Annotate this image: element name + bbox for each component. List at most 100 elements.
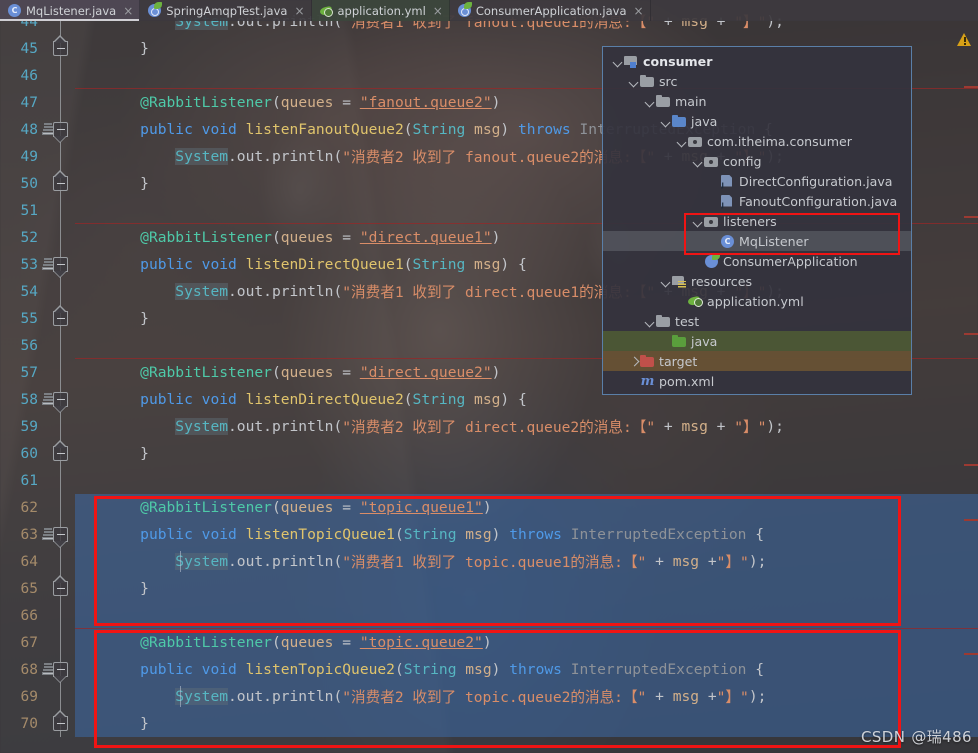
editor-gutter[interactable]: 61	[0, 467, 75, 494]
code-line-text[interactable]: @RabbitListener(queues = "topic.queue2")	[105, 629, 978, 656]
editor-gutter[interactable]: 57	[0, 359, 75, 386]
code-line-text[interactable]: System .out.println("消费者2 收到了 direct.queu…	[105, 413, 978, 440]
gutter-icon-slot	[38, 413, 75, 440]
editor-gutter[interactable]: 66	[0, 602, 75, 629]
code-line[interactable]: 64 System .out.println("消费者1 收到了 topic.qu…	[0, 548, 978, 575]
tree-node-config[interactable]: config	[603, 151, 911, 171]
close-icon[interactable]: ×	[433, 5, 443, 17]
editor-gutter[interactable]: 47	[0, 89, 75, 116]
editor-tab-springamqptest-java[interactable]: SpringAmqpTest.java ×	[140, 0, 312, 21]
code-line-text[interactable]: }	[105, 575, 978, 602]
fold-end-icon[interactable]	[53, 710, 68, 731]
fold-start-icon[interactable]	[53, 662, 68, 683]
tree-node-application-yml[interactable]: application.yml	[603, 291, 911, 311]
chevron-down-icon[interactable]	[675, 135, 688, 148]
chevron-down-icon[interactable]	[627, 75, 640, 88]
code-line[interactable]: 66	[0, 602, 978, 629]
tree-node-pom-xml[interactable]: m pom.xml	[603, 371, 911, 391]
editor-gutter[interactable]: 46	[0, 62, 75, 89]
fold-start-icon[interactable]	[53, 392, 68, 413]
project-tool-window[interactable]: consumer src main java com.itheima.consumer c…	[602, 46, 912, 395]
tree-node-label: DirectConfiguration.java	[739, 173, 893, 189]
tree-node-java[interactable]: java	[603, 331, 911, 351]
code-line[interactable]: 69 System .out.println("消费者2 收到了 topic.qu…	[0, 683, 978, 710]
tree-node-test[interactable]: test	[603, 311, 911, 331]
chevron-right-icon[interactable]	[627, 355, 640, 368]
tree-node-fanoutconfiguration-java[interactable]: FanoutConfiguration.java	[603, 191, 911, 211]
close-icon[interactable]: ×	[294, 5, 304, 17]
tree-node-target[interactable]: target	[603, 351, 911, 371]
chevron-down-icon[interactable]	[643, 315, 656, 328]
editor-gutter[interactable]: 49	[0, 143, 75, 170]
tree-node-consumer[interactable]: consumer	[603, 51, 911, 71]
code-line[interactable]: 67 @RabbitListener(queues = "topic.queue…	[0, 628, 978, 656]
code-line-text[interactable]: @RabbitListener(queues = "topic.queue1")	[105, 494, 978, 521]
code-token: }	[105, 715, 149, 732]
fold-end-icon[interactable]	[53, 35, 68, 56]
tree-node-java[interactable]: java	[603, 111, 911, 131]
editor-gutter[interactable]: 59	[0, 413, 75, 440]
editor-tab-bar[interactable]: C MqListener.java × SpringAmqpTest.java × app…	[0, 0, 978, 21]
chevron-down-icon[interactable]	[643, 95, 656, 108]
code-line[interactable]: 68 public void listenTopicQueue2(String …	[0, 656, 978, 683]
code-folding-rail	[60, 332, 61, 359]
editor-gutter[interactable]: 56	[0, 332, 75, 359]
chevron-down-icon[interactable]	[611, 55, 624, 68]
tree-node-mqlistener[interactable]: MqListener	[603, 231, 911, 251]
code-token: =	[333, 364, 360, 381]
editor-gutter[interactable]: 62	[0, 494, 75, 521]
editor-tab-application-yml[interactable]: application.yml ×	[311, 0, 450, 21]
folder-icon	[656, 94, 671, 108]
close-icon[interactable]: ×	[123, 5, 133, 17]
code-line-text[interactable]: }	[105, 440, 978, 467]
code-line[interactable]: 65 }	[0, 575, 978, 602]
code-folding-rail	[60, 467, 61, 494]
code-line[interactable]: 60 }	[0, 440, 978, 467]
fold-end-icon[interactable]	[53, 170, 68, 191]
fold-end-icon[interactable]	[53, 440, 68, 461]
code-line[interactable]: 62 @RabbitListener(queues = "topic.queue…	[0, 494, 978, 521]
tree-node-main[interactable]: main	[603, 91, 911, 111]
chevron-down-icon[interactable]	[659, 115, 672, 128]
tree-node-directconfiguration-java[interactable]: DirectConfiguration.java	[603, 171, 911, 191]
fold-end-icon[interactable]	[53, 575, 68, 596]
code-line[interactable]: 63 public void listenTopicQueue1(String …	[0, 521, 978, 548]
editor-tab-mqlistener-java[interactable]: C MqListener.java ×	[0, 0, 141, 21]
code-line[interactable]: 70 }	[0, 710, 978, 737]
editor-tab-consumerapplication-java[interactable]: ConsumerApplication.java ×	[450, 0, 651, 21]
code-line-text[interactable]: System .out.println("消费者1 收到了 topic.queue…	[105, 548, 978, 575]
code-token: msg	[465, 256, 501, 273]
gutter-icon-slot	[38, 197, 75, 224]
fold-start-icon[interactable]	[53, 527, 68, 548]
fold-start-icon[interactable]	[53, 257, 68, 278]
code-token: =	[333, 634, 360, 651]
fold-end-icon[interactable]	[53, 305, 68, 326]
code-line[interactable]: 59 System .out.println("消费者2 收到了 direct.q…	[0, 413, 978, 440]
tree-node-consumerapplication[interactable]: ConsumerApplication	[603, 251, 911, 271]
editor-gutter[interactable]: 64	[0, 548, 75, 575]
chevron-down-icon[interactable]	[691, 215, 704, 228]
tree-node-src[interactable]: src	[603, 71, 911, 91]
fold-start-icon[interactable]	[53, 122, 68, 143]
close-icon[interactable]: ×	[634, 5, 644, 17]
indent-guide	[180, 551, 181, 572]
code-line[interactable]: 61	[0, 467, 978, 494]
code-line-text[interactable]	[105, 602, 978, 629]
editor-gutter[interactable]: 54	[0, 278, 75, 305]
code-line-text[interactable]: public void listenTopicQueue1(String msg…	[105, 521, 978, 548]
tree-node-com-itheima-consumer[interactable]: com.itheima.consumer	[603, 131, 911, 151]
chevron-down-icon[interactable]	[691, 155, 704, 168]
code-line-text[interactable]: System .out.println("消费者2 收到了 topic.queue…	[105, 683, 978, 710]
code-line-text[interactable]: public void listenTopicQueue2(String msg…	[105, 656, 978, 683]
code-line-text[interactable]	[105, 467, 978, 494]
editor-gutter[interactable]: 69	[0, 683, 75, 710]
chevron-down-icon[interactable]	[659, 275, 672, 288]
code-line-text[interactable]: }	[105, 710, 978, 737]
warning-triangle-icon[interactable]	[957, 33, 972, 46]
tree-node-listeners[interactable]: listeners	[603, 211, 911, 231]
editor-gutter[interactable]: 52	[0, 224, 75, 251]
tree-node-resources[interactable]: resources	[603, 271, 911, 291]
editor-gutter[interactable]: 67	[0, 629, 75, 656]
editor-gutter[interactable]: 51	[0, 197, 75, 224]
line-number: 63	[20, 526, 38, 543]
